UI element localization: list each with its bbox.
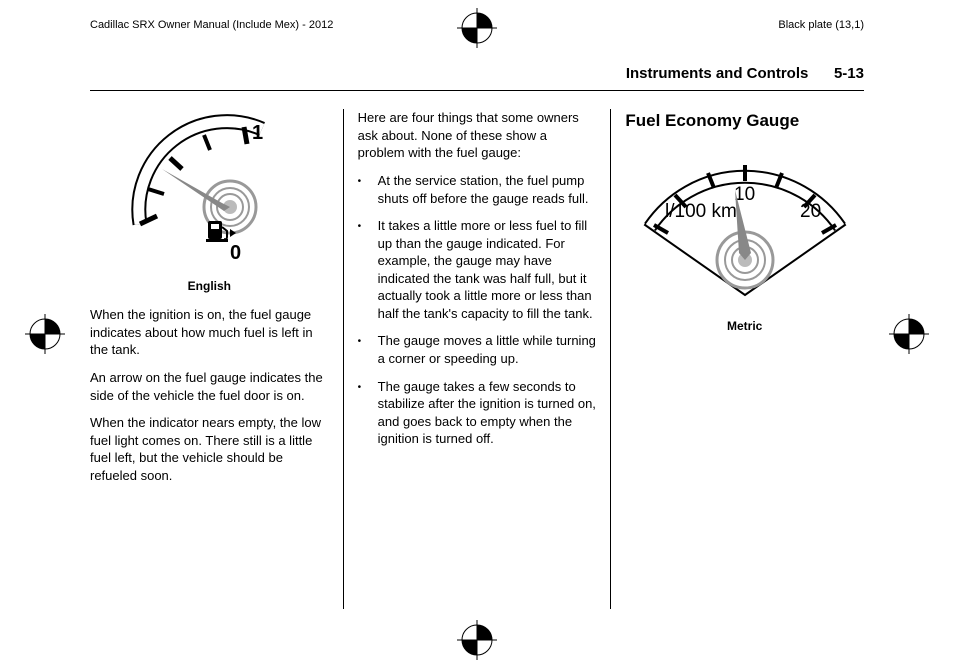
header-right: Black plate (13,1) (778, 18, 864, 33)
body-text: When the ignition is on, the fuel gauge … (90, 306, 329, 359)
section-title: Instruments and Controls (626, 65, 809, 82)
svg-text:1: 1 (252, 122, 263, 144)
bullet-icon: • (358, 378, 378, 448)
fuel-gauge-icon: 1 0 (122, 109, 297, 264)
bullet-icon: • (358, 172, 378, 207)
economy-gauge-caption: Metric (625, 318, 864, 335)
body-text: When the indicator nears empty, the low … (90, 414, 329, 484)
column-divider (343, 109, 344, 609)
svg-text:20: 20 (800, 201, 821, 222)
column-3: Fuel Economy Gauge l/100 km (625, 109, 864, 609)
svg-text:0: 0 (230, 242, 241, 264)
svg-text:l/100 km: l/100 km (665, 201, 737, 222)
header-left: Cadillac SRX Owner Manual (Include Mex) … (90, 18, 333, 33)
column-divider (610, 109, 611, 609)
bullet-icon: • (358, 217, 378, 322)
list-item: •At the service station, the fuel pump s… (358, 172, 597, 207)
crop-mark-top (457, 8, 497, 48)
economy-gauge-figure: l/100 km 10 20 Metric (625, 145, 864, 335)
bullet-list: •At the service station, the fuel pump s… (358, 172, 597, 448)
column-1: 1 0 English When the ignition is on, the… (90, 109, 329, 609)
crop-mark-left (25, 314, 65, 354)
fuel-gauge-caption: English (90, 278, 329, 295)
page-number: 5-13 (834, 65, 864, 82)
body-text: Here are four things that some owners as… (358, 109, 597, 162)
economy-gauge-icon: l/100 km 10 20 (630, 145, 860, 305)
list-item: •It takes a little more or less fuel to … (358, 217, 597, 322)
fuel-economy-heading: Fuel Economy Gauge (625, 109, 864, 133)
bullet-icon: • (358, 332, 378, 367)
crop-mark-bottom (457, 620, 497, 660)
fuel-gauge-figure: 1 0 English (90, 109, 329, 294)
list-item: •The gauge takes a few seconds to stabil… (358, 378, 597, 448)
crop-mark-right (889, 314, 929, 354)
list-item: •The gauge moves a little while turning … (358, 332, 597, 367)
section-header: Instruments and Controls 5-13 (90, 63, 864, 91)
body-text: An arrow on the fuel gauge indicates the… (90, 369, 329, 404)
column-2: Here are four things that some owners as… (358, 109, 597, 609)
